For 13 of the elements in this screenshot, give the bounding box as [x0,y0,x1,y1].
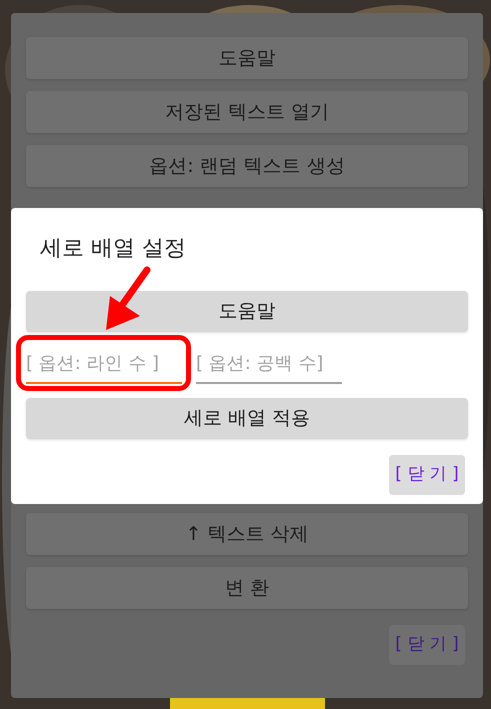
option-input[interactable]: [ 옵션: 공백 수] [196,344,342,384]
menu-button[interactable]: 옵션: 랜덤 텍스트 생성 [26,145,468,187]
apply-button[interactable]: 세로 배열 적용 [26,398,468,439]
menu-button[interactable]: 저장된 텍스트 열기 [26,91,468,133]
partial-button[interactable] [170,698,325,709]
close-button[interactable]: [ 닫 기 ] [389,455,465,495]
dialog-title: 세로 배열 설정 [40,235,187,263]
menu-button[interactable]: ↑ 텍스트 삭제 [26,513,468,555]
option-input[interactable]: [ 옵션: 라인 수 ] [26,344,182,384]
menu-button[interactable]: 도움말 [26,37,468,79]
help-button[interactable]: 도움말 [26,291,468,332]
menu-button[interactable]: 변 환 [26,567,468,609]
close-button[interactable]: [ 닫 기 ] [389,625,465,665]
